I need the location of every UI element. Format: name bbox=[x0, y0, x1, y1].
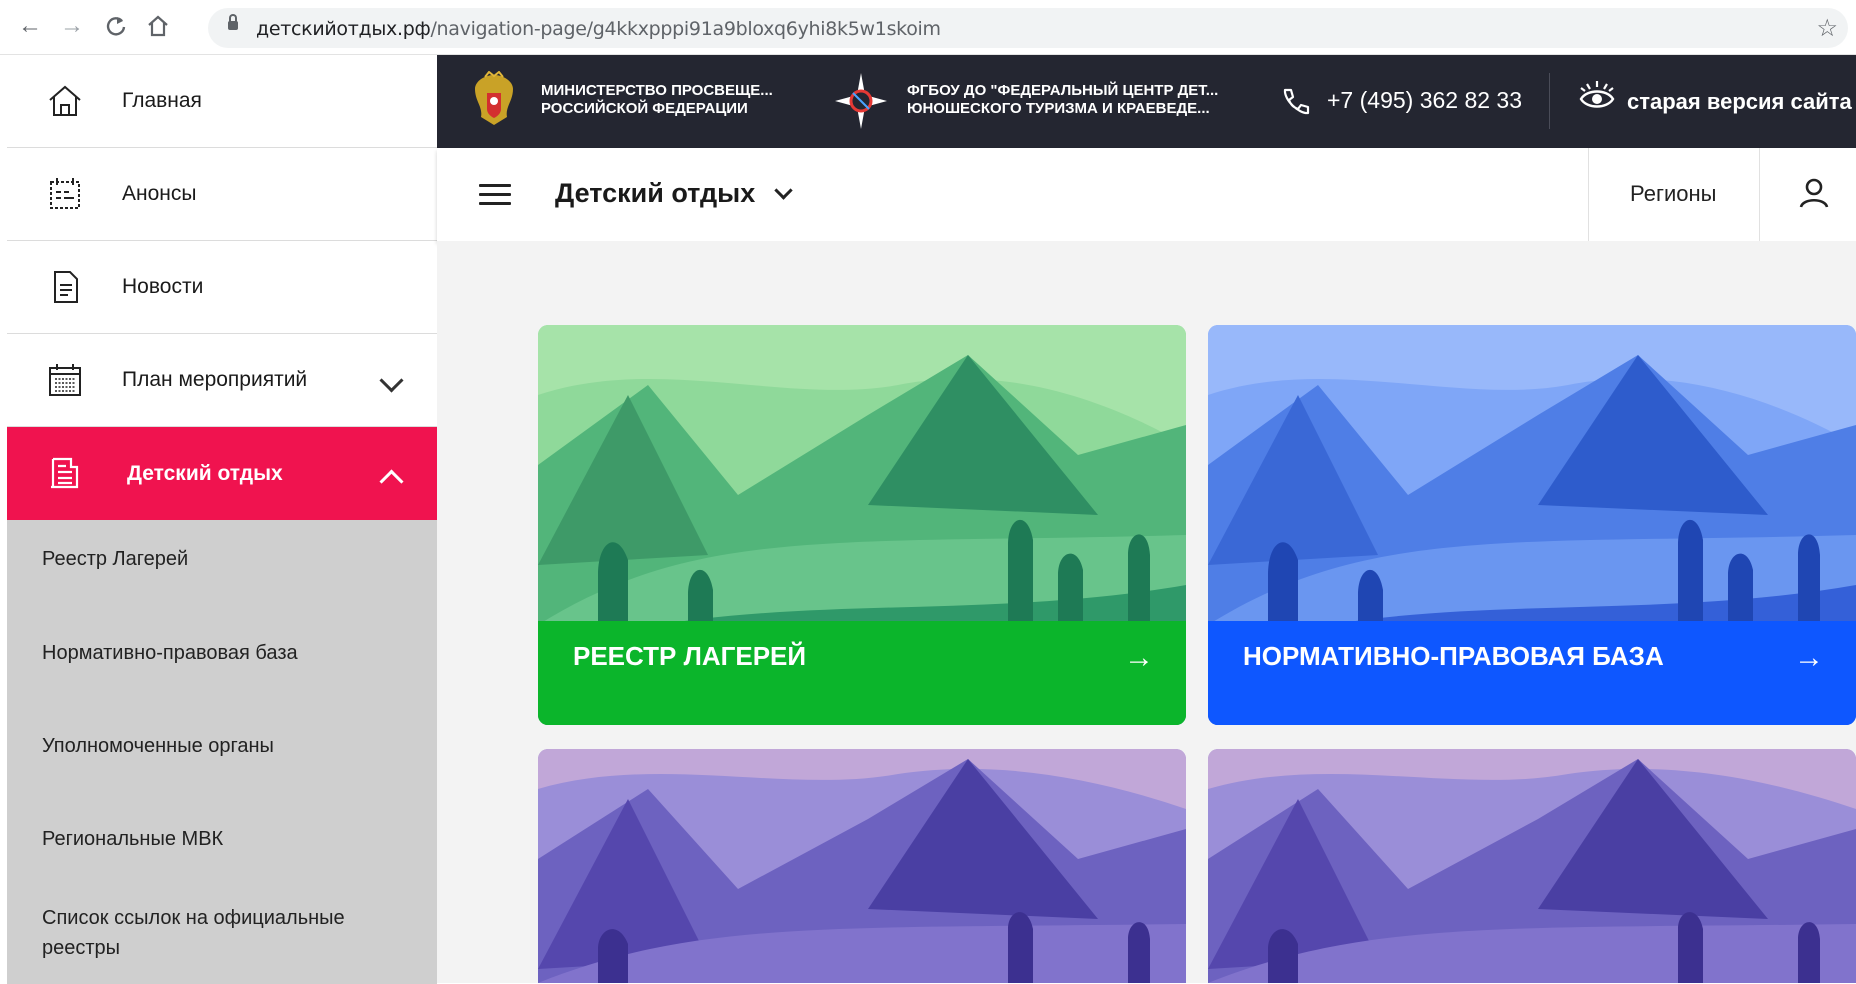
ministry-line-1: МИНИСТЕРСТВО ПРОСВЕЩЕ... bbox=[541, 82, 773, 99]
card-footer: НОРМАТИВНО-ПРАВОВАЯ БАЗА → bbox=[1208, 621, 1856, 725]
lock-icon[interactable] bbox=[228, 14, 238, 30]
ministry-name[interactable]: МИНИСТЕРСТВО ПРОСВЕЩЕ... РОССИЙСКОЙ ФЕДЕ… bbox=[541, 82, 773, 118]
submenu-item-legal-base[interactable]: Нормативно-правовая база bbox=[42, 638, 402, 668]
announce-icon bbox=[50, 178, 80, 209]
user-icon[interactable] bbox=[1797, 176, 1831, 210]
card-purple-2[interactable] bbox=[1208, 749, 1856, 983]
section-header: Детский отдых Регионы bbox=[437, 148, 1856, 241]
divider bbox=[1588, 148, 1589, 241]
sidebar-item-label: Новости bbox=[122, 275, 204, 298]
news-icon bbox=[54, 271, 78, 303]
star-icon[interactable]: ☆ bbox=[1816, 14, 1838, 43]
chevron-down-icon[interactable] bbox=[379, 368, 404, 393]
submenu-item-authorities[interactable]: Уполномоченные органы bbox=[42, 731, 402, 761]
sidebar-item-label: Детский отдых bbox=[127, 461, 283, 485]
home-icon[interactable] bbox=[144, 12, 172, 40]
ministry-line-2: РОССИЙСКОЙ ФЕДЕРАЦИИ bbox=[541, 100, 748, 117]
sidebar-item-home[interactable]: Главная bbox=[7, 55, 437, 148]
fcdtk-line-1: ФГБОУ ДО "ФЕДЕРАЛЬНЫЙ ЦЕНТР ДЕТ... bbox=[907, 82, 1219, 99]
phone-icon bbox=[1283, 88, 1310, 115]
reload-icon[interactable] bbox=[102, 12, 130, 40]
fcdtk-name[interactable]: ФГБОУ ДО "ФЕДЕРАЛЬНЫЙ ЦЕНТР ДЕТ... ЮНОШЕ… bbox=[907, 82, 1218, 118]
sidebar-item-label: Анонсы bbox=[122, 182, 197, 205]
forward-icon[interactable]: → bbox=[58, 12, 86, 40]
arrow-right-icon: → bbox=[1794, 641, 1824, 674]
sidebar-item-events-plan[interactable]: План мероприятий bbox=[7, 334, 437, 427]
sidebar-item-label: Главная bbox=[122, 89, 202, 112]
card-title: РЕЕСТР ЛАГЕРЕЙ bbox=[573, 641, 807, 671]
sidebar-item-news[interactable]: Новости bbox=[7, 241, 437, 334]
divider bbox=[1549, 73, 1550, 129]
sidebar-item-announcements[interactable]: Анонсы bbox=[7, 148, 437, 241]
card-footer: РЕЕСТР ЛАГЕРЕЙ → bbox=[538, 621, 1186, 725]
card-purple-1[interactable] bbox=[538, 749, 1186, 983]
fcdtk-logo-icon[interactable] bbox=[833, 71, 889, 131]
submenu: Реестр Лагерей Нормативно-правовая база … bbox=[7, 520, 437, 984]
url-domain: детскийотдых.рф bbox=[256, 18, 431, 40]
url-text[interactable]: детскийотдых.рф/navigation-page/g4kkxppp… bbox=[256, 18, 941, 40]
fcdtk-line-2: ЮНОШЕСКОГО ТУРИЗМА И КРАЕВЕДЕ... bbox=[907, 100, 1210, 117]
browser-toolbar: ← → детскийотдых.рф/navigation-page/g4kk… bbox=[0, 0, 1856, 55]
top-info-bar: МИНИСТЕРСТВО ПРОСВЕЩЕ... РОССИЙСКОЙ ФЕДЕ… bbox=[437, 55, 1856, 148]
submenu-item-regional-mvk[interactable]: Региональные МВК bbox=[42, 824, 402, 854]
sidebar-item-label: План мероприятий bbox=[122, 368, 308, 391]
phone-number[interactable]: +7 (495) 362 82 33 bbox=[1327, 87, 1522, 114]
building-icon bbox=[51, 457, 79, 489]
back-icon[interactable]: ← bbox=[16, 12, 44, 40]
mountain-illustration bbox=[538, 749, 1186, 983]
arrow-right-icon: → bbox=[1124, 641, 1154, 674]
divider bbox=[1759, 148, 1760, 241]
chevron-up-icon[interactable] bbox=[379, 469, 404, 494]
card-legal-base[interactable]: НОРМАТИВНО-ПРАВОВАЯ БАЗА → bbox=[1208, 325, 1856, 725]
section-title[interactable]: Детский отдых bbox=[555, 178, 755, 209]
home-icon bbox=[49, 85, 81, 116]
chevron-down-icon[interactable] bbox=[774, 181, 793, 200]
regions-button[interactable]: Регионы bbox=[1630, 181, 1716, 207]
mountain-illustration bbox=[1208, 749, 1856, 983]
sidebar-item-childrens-rest[interactable]: Детский отдых bbox=[7, 427, 437, 520]
card-camps-registry[interactable]: РЕЕСТР ЛАГЕРЕЙ → bbox=[538, 325, 1186, 725]
eye-icon bbox=[1579, 81, 1615, 108]
sidebar: Главная Анонсы Новости План мероприятий bbox=[7, 55, 437, 984]
address-bar[interactable]: детскийотдых.рф/navigation-page/g4kkxppp… bbox=[208, 8, 1848, 48]
old-site-link[interactable]: старая версия сайта bbox=[1627, 89, 1852, 115]
menu-icon[interactable] bbox=[479, 184, 511, 206]
submenu-item-camps-registry[interactable]: Реестр Лагерей bbox=[42, 544, 402, 574]
coat-of-arms-icon[interactable] bbox=[471, 71, 517, 129]
main-content: РЕЕСТР ЛАГЕРЕЙ → НОРМАТИВНО-ПРАВОВАЯ БАЗ… bbox=[437, 241, 1856, 983]
url-path: /navigation-page/g4kkxpppi91a9bloxq6yhi8… bbox=[430, 18, 941, 40]
calendar-icon bbox=[49, 364, 81, 396]
card-title: НОРМАТИВНО-ПРАВОВАЯ БАЗА bbox=[1243, 641, 1664, 671]
submenu-item-registry-links[interactable]: Список ссылок на официальные реестры bbox=[42, 903, 372, 963]
